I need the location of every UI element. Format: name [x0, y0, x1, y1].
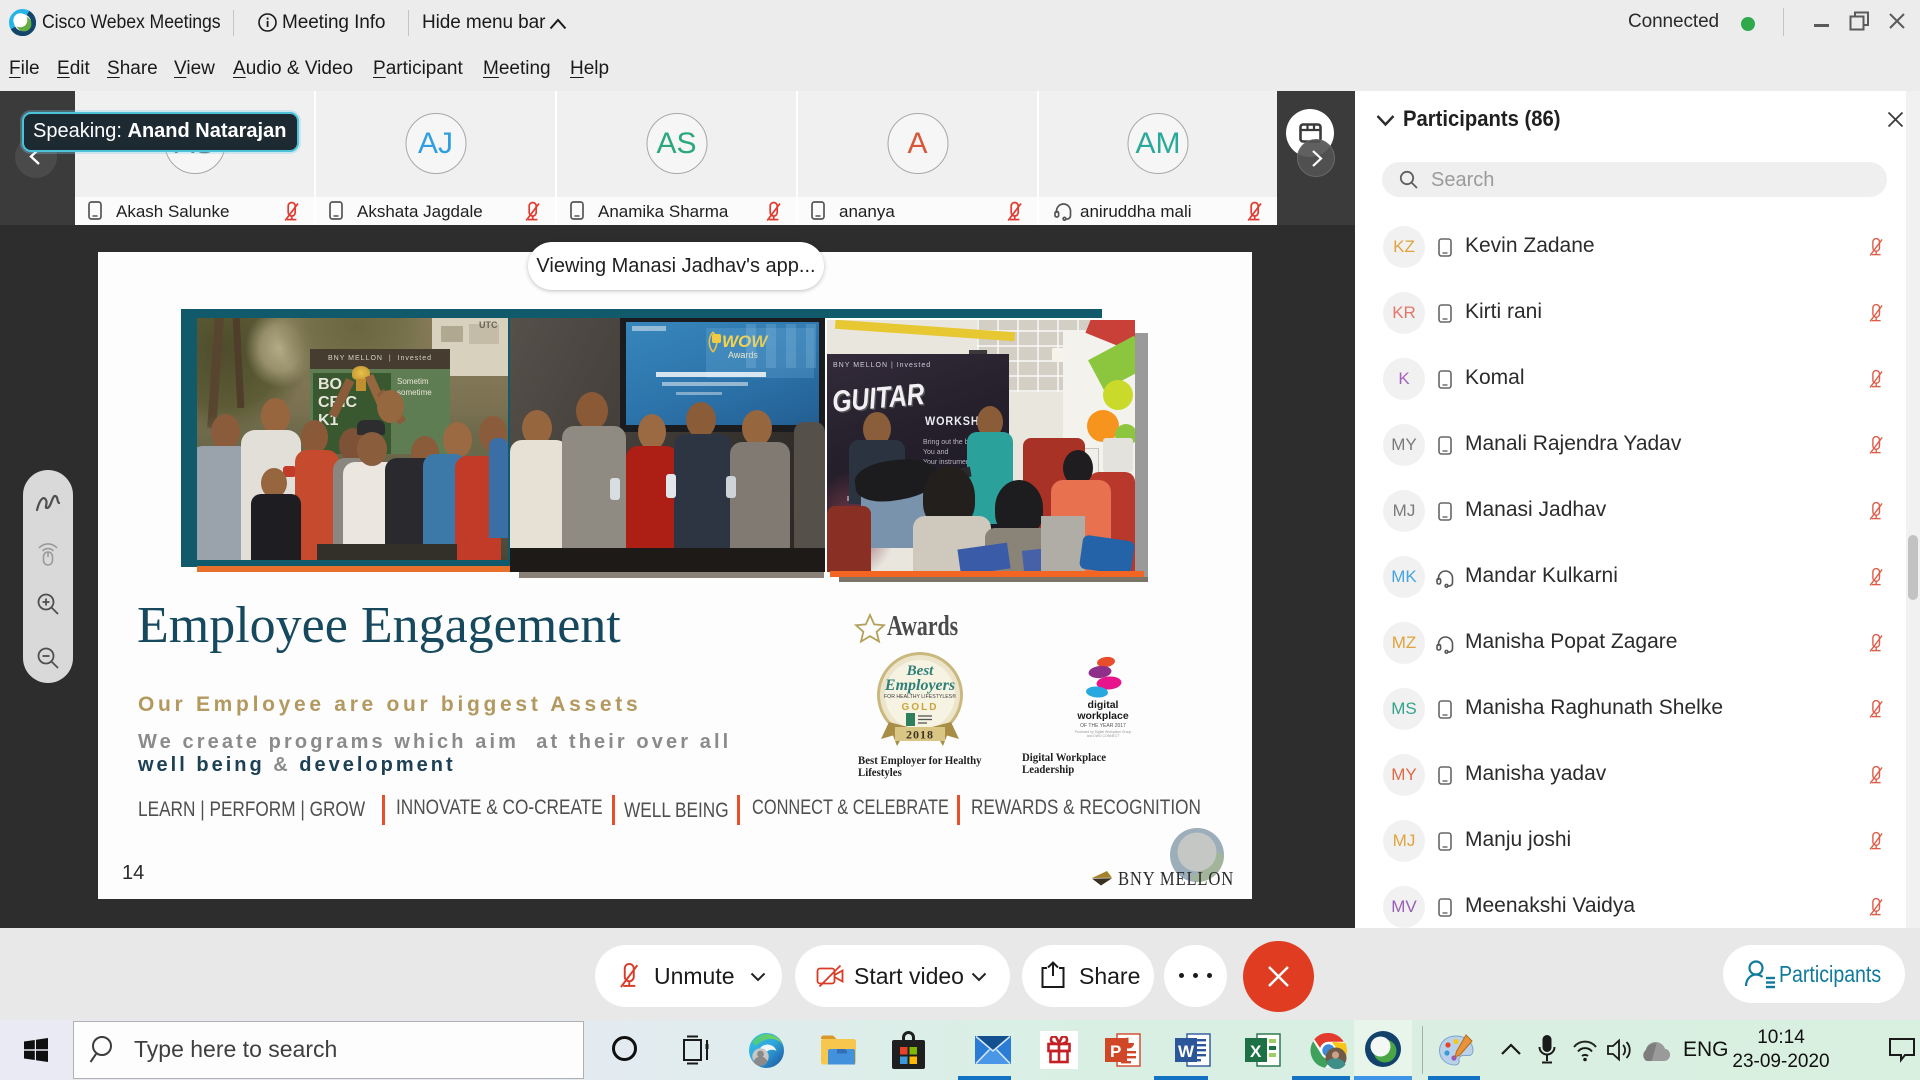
svg-text:P: P — [1110, 1042, 1121, 1061]
svg-text:X: X — [1250, 1042, 1262, 1061]
svg-text:and DWG CONNECT: and DWG CONNECT — [1087, 734, 1120, 738]
svg-text:OF THE YEAR 2017: OF THE YEAR 2017 — [1080, 723, 1126, 729]
svg-text:2018: 2018 — [906, 728, 934, 742]
svg-text:W: W — [1178, 1042, 1195, 1061]
svg-text:workplace: workplace — [1076, 710, 1129, 722]
svg-text:FOR HEALTHY LIFESTYLES®: FOR HEALTHY LIFESTYLES® — [884, 693, 956, 700]
svg-text:GOLD: GOLD — [902, 702, 939, 713]
svg-text:Employers: Employers — [884, 677, 955, 694]
